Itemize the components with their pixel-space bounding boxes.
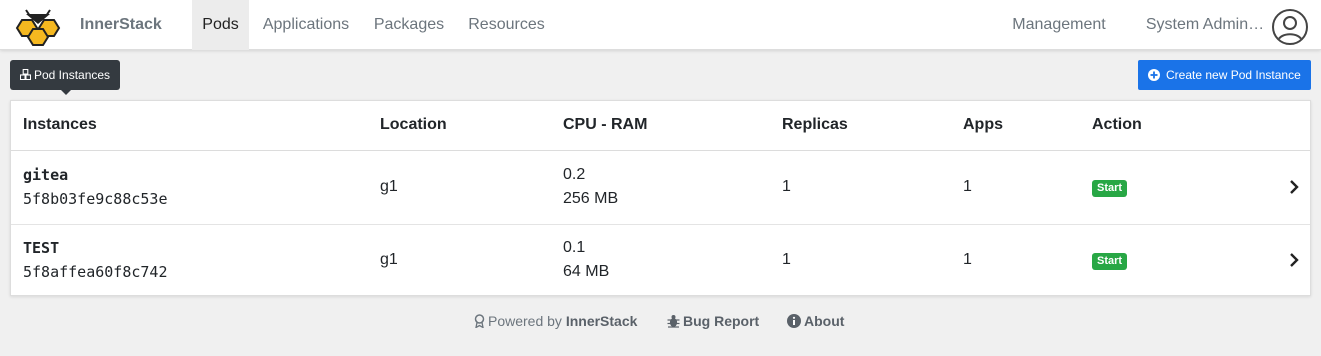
column-header-location: Location [380,116,447,133]
column-header-replicas: Replicas [782,116,848,133]
about-label: About [804,313,845,329]
create-pod-instance-button[interactable]: Create new Pod Instance [1138,60,1311,90]
user-avatar-icon[interactable] [1272,9,1308,45]
table-row[interactable]: TEST 5f8affea60f8c742 g1 0.1 64 MB 1 1 S… [11,224,1310,297]
instance-id: 5f8affea60f8c742 [23,263,168,281]
table-row[interactable]: gitea 5f8b03fe9c88c53e g1 0.2 256 MB 1 1… [11,151,1310,224]
chevron-right-icon[interactable] [1288,179,1300,195]
nav-applications[interactable]: Applications [253,0,359,50]
instance-location: g1 [380,251,398,268]
column-header-cpu-ram: CPU - RAM [563,116,648,133]
chevron-right-icon[interactable] [1288,252,1300,268]
instance-apps: 1 [963,178,972,195]
instance-name[interactable]: TEST [23,239,59,257]
bug-icon [667,315,680,328]
powered-by-link[interactable]: Powered by InnerStack [474,312,637,330]
nav-packages[interactable]: Packages [364,0,454,50]
section-tag-label: Pod Instances [34,68,111,82]
instance-cpu: 0.2 [563,166,586,183]
plus-circle-icon [1148,69,1160,81]
top-navbar: InnerStack Pods Applications Packages Re… [0,0,1321,50]
powered-by-name: InnerStack [565,313,638,329]
instance-cpu: 0.1 [563,239,586,256]
brand-name[interactable]: InnerStack [80,0,162,50]
award-icon [474,314,485,329]
instance-replicas: 1 [782,251,791,268]
info-circle-icon [787,314,801,328]
column-header-instances: Instances [23,116,97,133]
nav-management[interactable]: Management [1002,0,1116,50]
nav-user-menu[interactable]: System Admin… [1140,0,1270,50]
bug-report-label: Bug Report [683,313,760,329]
instance-ram: 256 MB [563,190,619,207]
bug-report-link[interactable]: Bug Report [667,312,759,330]
cubes-icon [19,68,32,81]
create-button-label: Create new Pod Instance [1166,68,1301,82]
instance-replicas: 1 [782,178,791,195]
instance-location: g1 [380,178,398,195]
column-header-apps: Apps [963,116,1003,133]
instance-apps: 1 [963,251,972,268]
instance-ram: 64 MB [563,263,610,280]
nav-pods[interactable]: Pods [192,0,249,50]
column-header-action: Action [1092,116,1142,133]
section-tag: Pod Instances [10,60,121,90]
powered-by-prefix: Powered by [488,313,562,329]
pod-instances-table: Instances Location CPU - RAM Replicas Ap… [10,100,1311,296]
about-link[interactable]: About [787,312,844,330]
instance-id: 5f8b03fe9c88c53e [23,190,168,208]
bee-logo-icon[interactable] [12,8,64,46]
nav-resources[interactable]: Resources [459,0,554,50]
start-badge[interactable]: Start [1092,180,1128,197]
instance-name[interactable]: gitea [23,166,68,184]
start-badge[interactable]: Start [1092,253,1128,270]
section-tag-pointer [60,89,72,95]
